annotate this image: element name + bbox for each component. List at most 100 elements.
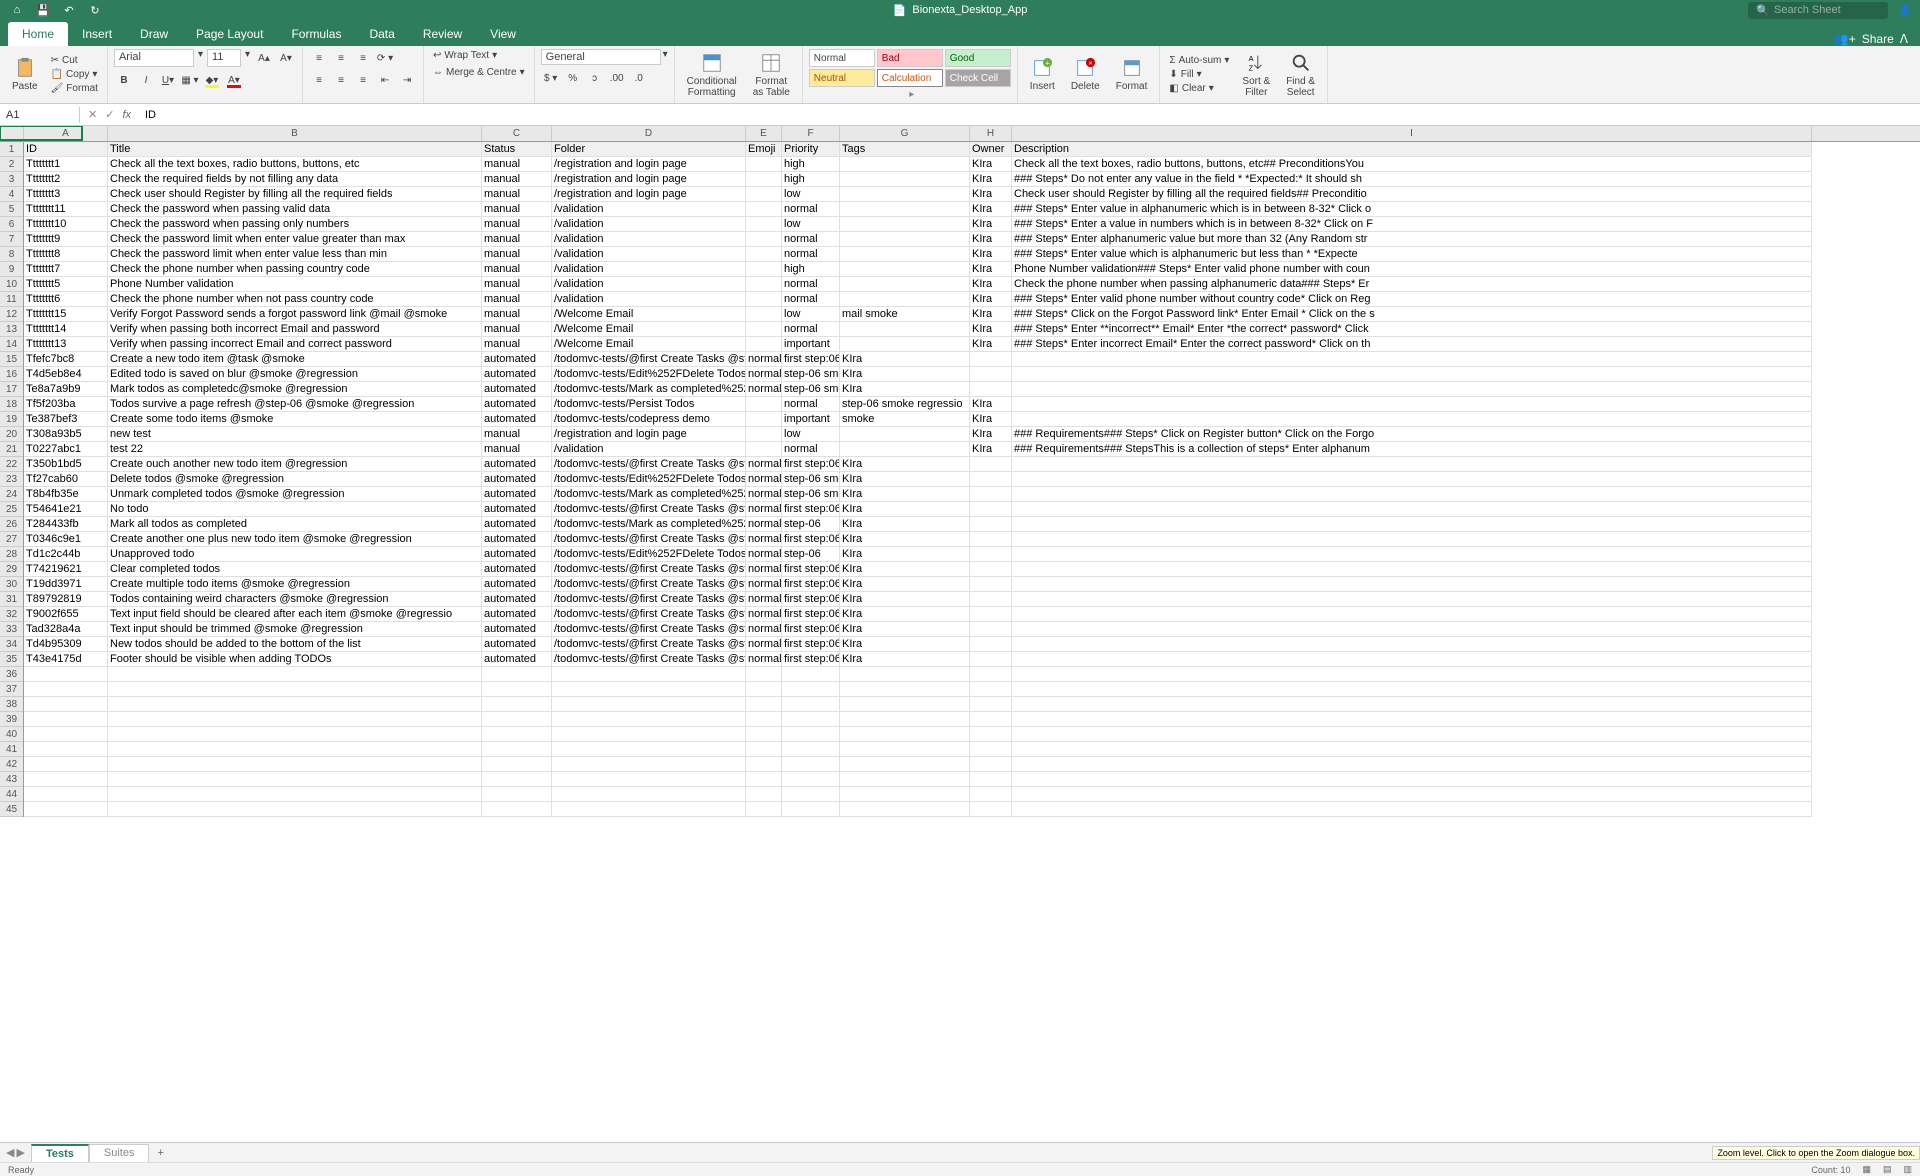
- home-icon[interactable]: ⌂: [10, 3, 24, 17]
- cell[interactable]: automated: [482, 397, 552, 412]
- row-header[interactable]: 32: [0, 607, 23, 622]
- wrap-text-button[interactable]: ↩Wrap Text ▾: [430, 49, 528, 62]
- fill-color-button[interactable]: ◆ ▾: [202, 71, 222, 89]
- cell[interactable]: ### Steps* Enter value which is alphanum…: [1012, 247, 1812, 262]
- delete-cells-button[interactable]: × Delete: [1065, 55, 1106, 94]
- sheet-nav-prev-icon[interactable]: ◀: [6, 1146, 14, 1159]
- cell[interactable]: low: [782, 217, 840, 232]
- cell[interactable]: automated: [482, 472, 552, 487]
- cell[interactable]: KIra: [970, 427, 1012, 442]
- cell[interactable]: [840, 157, 970, 172]
- cell[interactable]: Tf5f203ba: [24, 397, 108, 412]
- add-sheet-button[interactable]: +: [149, 1145, 171, 1161]
- cell[interactable]: KIra: [970, 187, 1012, 202]
- cell[interactable]: manual: [482, 172, 552, 187]
- cell[interactable]: smoke: [840, 412, 970, 427]
- cell[interactable]: Tttttttt2: [24, 172, 108, 187]
- cell[interactable]: first step:06 smoke story: [782, 562, 840, 577]
- row-header[interactable]: 22: [0, 457, 23, 472]
- cell[interactable]: [970, 772, 1012, 787]
- cell[interactable]: [970, 652, 1012, 667]
- cell[interactable]: low: [782, 187, 840, 202]
- cell[interactable]: KIra: [970, 277, 1012, 292]
- cell[interactable]: Phone Number validation### Steps* Enter …: [1012, 262, 1812, 277]
- cell[interactable]: [552, 757, 746, 772]
- cell[interactable]: ### Requirements### Steps* Click on Regi…: [1012, 427, 1812, 442]
- column-header-F[interactable]: F: [782, 126, 840, 141]
- decrease-font-icon[interactable]: A▾: [276, 49, 296, 67]
- cell[interactable]: T284433fb: [24, 517, 108, 532]
- cell[interactable]: [782, 772, 840, 787]
- cell[interactable]: first step:06 smoke story: [782, 352, 840, 367]
- merge-centre-button[interactable]: ⇔Merge & Centre ▾: [430, 66, 528, 79]
- cell[interactable]: [1012, 532, 1812, 547]
- cell[interactable]: /todomvc-tests/@first Create Tasks @step: [552, 637, 746, 652]
- save-icon[interactable]: 💾: [36, 3, 50, 17]
- cell[interactable]: [782, 802, 840, 817]
- cell[interactable]: [970, 367, 1012, 382]
- row-header[interactable]: 12: [0, 307, 23, 322]
- cell[interactable]: /registration and login page: [552, 187, 746, 202]
- cell[interactable]: Td4b95309: [24, 637, 108, 652]
- cell[interactable]: automated: [482, 562, 552, 577]
- bold-button[interactable]: B: [114, 71, 134, 89]
- cell[interactable]: KIra: [840, 577, 970, 592]
- styles-more-icon[interactable]: ▸: [905, 89, 914, 100]
- font-color-button[interactable]: A ▾: [224, 71, 244, 89]
- cell[interactable]: [482, 727, 552, 742]
- sheet-nav-next-icon[interactable]: ▶: [16, 1146, 24, 1159]
- cell[interactable]: [840, 262, 970, 277]
- cell[interactable]: high: [782, 157, 840, 172]
- formula-input[interactable]: ID: [139, 107, 1920, 123]
- cell[interactable]: important: [782, 337, 840, 352]
- cell[interactable]: automated: [482, 352, 552, 367]
- cell[interactable]: /Welcome Email: [552, 307, 746, 322]
- cell[interactable]: [1012, 652, 1812, 667]
- cell[interactable]: /todomvc-tests/Edit%252FDelete Todos @: [552, 472, 746, 487]
- cell[interactable]: KIra: [970, 202, 1012, 217]
- cell[interactable]: Tttttttt6: [24, 292, 108, 307]
- cell[interactable]: /registration and login page: [552, 427, 746, 442]
- cell[interactable]: manual: [482, 322, 552, 337]
- cell[interactable]: [970, 727, 1012, 742]
- cell[interactable]: [840, 277, 970, 292]
- cell[interactable]: [840, 232, 970, 247]
- cell[interactable]: first step:06 smoke story: [782, 607, 840, 622]
- cell[interactable]: Text input field should be cleared after…: [108, 607, 482, 622]
- cell[interactable]: [1012, 637, 1812, 652]
- cell[interactable]: T308a93b5: [24, 427, 108, 442]
- ribbon-tab-formulas[interactable]: Formulas: [277, 22, 355, 46]
- cell[interactable]: KIra: [840, 637, 970, 652]
- sort-filter-button[interactable]: AZ Sort & Filter: [1236, 50, 1276, 100]
- cell[interactable]: Td1c2c44b: [24, 547, 108, 562]
- cell[interactable]: Check the password limit when enter valu…: [108, 247, 482, 262]
- cell[interactable]: manual: [482, 202, 552, 217]
- row-header[interactable]: 30: [0, 577, 23, 592]
- cell[interactable]: [746, 742, 782, 757]
- cell[interactable]: [970, 472, 1012, 487]
- border-button[interactable]: ▦ ▾: [180, 71, 200, 89]
- row-header[interactable]: 42: [0, 757, 23, 772]
- cell[interactable]: Check the phone number when not pass cou…: [108, 292, 482, 307]
- cell[interactable]: T8b4fb35e: [24, 487, 108, 502]
- cell[interactable]: normal: [746, 577, 782, 592]
- cell[interactable]: [840, 757, 970, 772]
- cell[interactable]: Mark all todos as completed: [108, 517, 482, 532]
- style-normal[interactable]: Normal: [809, 49, 875, 67]
- cell[interactable]: normal: [782, 397, 840, 412]
- cell[interactable]: Folder: [552, 142, 746, 157]
- fx-icon[interactable]: fx: [122, 109, 131, 121]
- cell[interactable]: [970, 742, 1012, 757]
- cell[interactable]: normal: [746, 652, 782, 667]
- cell[interactable]: [1012, 607, 1812, 622]
- cancel-formula-icon[interactable]: ✕: [88, 108, 97, 121]
- row-header[interactable]: 14: [0, 337, 23, 352]
- cell[interactable]: Clear completed todos: [108, 562, 482, 577]
- cell[interactable]: /todomvc-tests/@first Create Tasks @step: [552, 352, 746, 367]
- cell[interactable]: T54641e21: [24, 502, 108, 517]
- cell[interactable]: automated: [482, 382, 552, 397]
- cell[interactable]: step-06 smoke regressio: [782, 487, 840, 502]
- cell[interactable]: Title: [108, 142, 482, 157]
- cell[interactable]: step-06: [782, 517, 840, 532]
- cell[interactable]: KIra: [840, 652, 970, 667]
